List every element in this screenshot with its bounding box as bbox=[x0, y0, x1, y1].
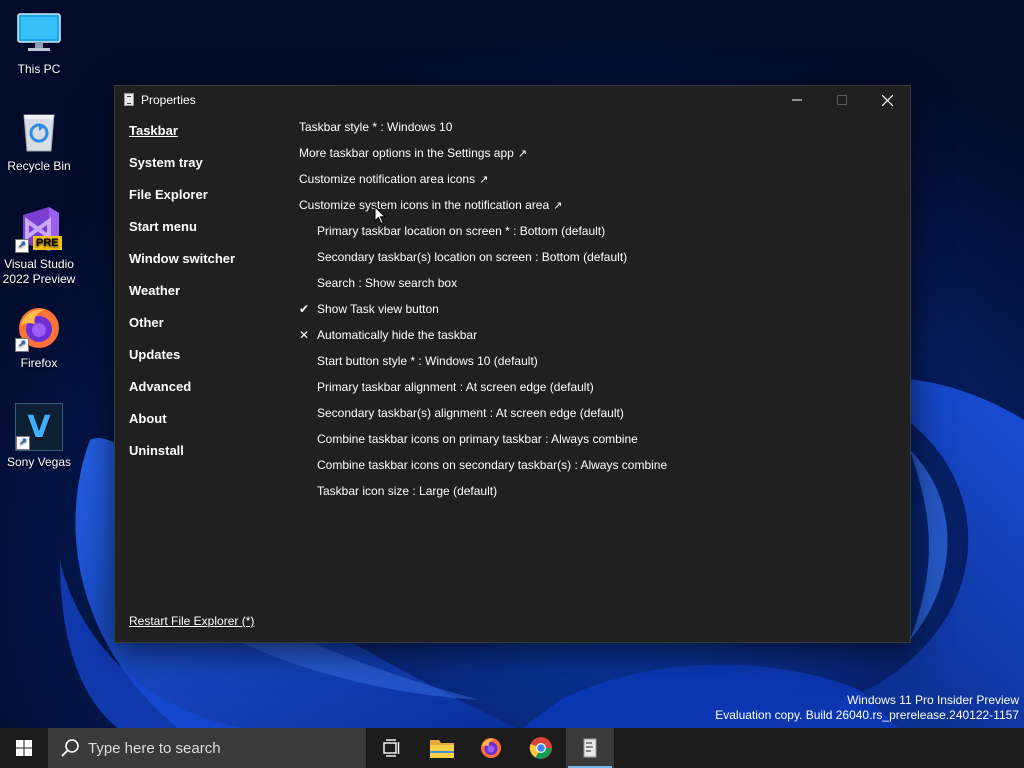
desktop-icon-recycle-bin[interactable]: Recycle Bin bbox=[1, 107, 77, 174]
desktop-icon-visual-studio[interactable]: ↗ PRE Visual Studio 2022 Preview bbox=[1, 205, 77, 287]
watermark-line-1: Windows 11 Pro Insider Preview bbox=[847, 693, 1019, 707]
file-explorer-icon bbox=[430, 740, 454, 758]
setting-label: Taskbar icon size : Large (default) bbox=[317, 484, 498, 498]
close-button[interactable] bbox=[864, 86, 910, 114]
desktop-icon-label: Firefox bbox=[20, 356, 58, 370]
shortcut-arrow-icon: ↗ bbox=[15, 338, 29, 352]
preview-badge: PRE bbox=[33, 236, 62, 250]
taskbar-chrome[interactable] bbox=[517, 728, 565, 768]
task-view-button[interactable] bbox=[368, 728, 416, 768]
properties-app-icon bbox=[583, 738, 597, 758]
setting-taskbar-icon-size[interactable]: Taskbar icon size : Large (default) bbox=[299, 481, 497, 501]
setting-label: Customize system icons in the notificati… bbox=[299, 198, 550, 212]
computer-icon bbox=[15, 10, 63, 58]
setting-label: More taskbar options in the Settings app bbox=[299, 146, 514, 160]
taskbar-properties-app[interactable] bbox=[566, 728, 614, 768]
sidebar-item-about[interactable]: About bbox=[129, 411, 167, 426]
setting-auto-hide-taskbar[interactable]: ✕ Automatically hide the taskbar bbox=[299, 325, 477, 345]
setting-label: Primary taskbar alignment : At screen ed… bbox=[317, 380, 594, 394]
setting-label: Combine taskbar icons on secondary taskb… bbox=[317, 458, 668, 472]
search-icon bbox=[61, 739, 79, 757]
restart-file-explorer-link[interactable]: Restart File Explorer (*) bbox=[129, 614, 254, 628]
mouse-cursor-icon bbox=[374, 206, 386, 225]
setting-label: Automatically hide the taskbar bbox=[317, 328, 478, 342]
setting-label: Secondary taskbar(s) alignment : At scre… bbox=[317, 406, 624, 420]
sidebar-item-file-explorer[interactable]: File Explorer bbox=[129, 187, 208, 202]
external-link-icon: ↗ bbox=[479, 173, 489, 186]
taskbar-search-box[interactable]: Type here to search bbox=[48, 728, 366, 768]
sidebar-item-updates[interactable]: Updates bbox=[129, 347, 180, 362]
link-customize-notification-icons[interactable]: Customize notification area icons ↗ bbox=[299, 169, 488, 189]
chrome-icon bbox=[529, 737, 552, 759]
sidebar-item-weather[interactable]: Weather bbox=[129, 283, 180, 298]
setting-label: Combine taskbar icons on primary taskbar… bbox=[317, 432, 638, 446]
setting-show-task-view-button[interactable]: ✔ Show Task view button bbox=[299, 299, 439, 319]
desktop-icon-this-pc[interactable]: This PC bbox=[1, 10, 77, 77]
shortcut-arrow-icon: ↗ bbox=[16, 436, 30, 450]
desktop-icon-label: This PC bbox=[17, 62, 61, 76]
taskbar: Type here to search bbox=[0, 728, 1024, 768]
desktop-icon-sony-vegas[interactable]: V ↗ Sony Vegas bbox=[1, 403, 77, 470]
setting-start-button-style[interactable]: Start button style * : Windows 10 (defau… bbox=[299, 351, 538, 371]
sidebar-item-advanced[interactable]: Advanced bbox=[129, 379, 191, 394]
desktop-icon-label: Recycle Bin bbox=[7, 159, 71, 173]
taskbar-file-explorer[interactable] bbox=[418, 728, 466, 768]
setting-search[interactable]: Search : Show search box bbox=[299, 273, 457, 293]
minimize-button[interactable] bbox=[774, 86, 820, 114]
setting-label: Secondary taskbar(s) location on screen … bbox=[317, 250, 628, 264]
cross-icon: ✕ bbox=[299, 328, 310, 342]
window-titlebar[interactable]: Properties bbox=[115, 86, 910, 114]
setting-label: Show Task view button bbox=[317, 302, 439, 316]
setting-label: Taskbar style * : Windows 10 bbox=[299, 120, 453, 134]
close-icon bbox=[881, 94, 893, 106]
firefox-icon bbox=[481, 738, 501, 758]
maximize-button bbox=[819, 86, 865, 114]
minimize-icon bbox=[792, 99, 802, 101]
shortcut-arrow-icon: ↗ bbox=[15, 239, 29, 253]
visual-studio-icon: ↗ PRE bbox=[15, 205, 63, 253]
watermark-line-2: Evaluation copy. Build 26040.rs_prerelea… bbox=[715, 708, 1019, 722]
link-customize-system-icons[interactable]: Customize system icons in the notificati… bbox=[299, 195, 562, 215]
external-link-icon: ↗ bbox=[517, 147, 528, 160]
desktop-icon-firefox[interactable]: ↗ Firefox bbox=[1, 304, 77, 371]
setting-label: Search : Show search box bbox=[317, 276, 458, 290]
setting-combine-icons-secondary[interactable]: Combine taskbar icons on secondary taskb… bbox=[299, 455, 667, 475]
external-link-icon: ↗ bbox=[553, 199, 563, 212]
recycle-bin-icon bbox=[15, 107, 63, 155]
setting-combine-icons-primary[interactable]: Combine taskbar icons on primary taskbar… bbox=[299, 429, 638, 449]
sidebar-item-other[interactable]: Other bbox=[129, 315, 164, 330]
setting-secondary-taskbar-alignment[interactable]: Secondary taskbar(s) alignment : At scre… bbox=[299, 403, 624, 423]
sidebar-item-uninstall[interactable]: Uninstall bbox=[129, 443, 184, 458]
setting-taskbar-style[interactable]: Taskbar style * : Windows 10 bbox=[299, 117, 452, 137]
sony-vegas-icon: V ↗ bbox=[15, 403, 63, 451]
window-title: Properties bbox=[141, 93, 196, 107]
properties-app-icon bbox=[124, 93, 134, 106]
task-view-icon bbox=[383, 739, 400, 757]
taskbar-firefox[interactable] bbox=[467, 728, 515, 768]
search-placeholder: Type here to search bbox=[88, 739, 221, 757]
evaluation-watermark: Windows 11 Pro Insider Preview Evaluatio… bbox=[715, 693, 1019, 723]
desktop-icon-label: Sony Vegas bbox=[6, 455, 72, 469]
start-button[interactable] bbox=[0, 728, 48, 768]
firefox-icon: ↗ bbox=[15, 304, 63, 352]
desktop-icon-label: Visual Studio 2022 Preview bbox=[2, 257, 76, 286]
link-more-taskbar-options[interactable]: More taskbar options in the Settings app… bbox=[299, 143, 527, 163]
checkmark-icon: ✔ bbox=[299, 302, 310, 316]
setting-primary-taskbar-location[interactable]: Primary taskbar location on screen * : B… bbox=[299, 221, 605, 241]
setting-label: Customize notification area icons bbox=[299, 172, 476, 186]
sidebar-item-system-tray[interactable]: System tray bbox=[129, 155, 203, 170]
sidebar-item-window-switcher[interactable]: Window switcher bbox=[129, 251, 235, 266]
setting-secondary-taskbar-location[interactable]: Secondary taskbar(s) location on screen … bbox=[299, 247, 627, 267]
sidebar-item-start-menu[interactable]: Start menu bbox=[129, 219, 197, 234]
setting-label: Primary taskbar location on screen * : B… bbox=[317, 224, 606, 238]
windows-logo-icon bbox=[16, 740, 32, 756]
maximize-icon bbox=[837, 95, 847, 105]
properties-window: Properties Taskbar System tray File Expl… bbox=[114, 85, 911, 643]
setting-primary-taskbar-alignment[interactable]: Primary taskbar alignment : At screen ed… bbox=[299, 377, 594, 397]
sidebar-item-taskbar[interactable]: Taskbar bbox=[129, 123, 178, 138]
setting-label: Start button style * : Windows 10 (defau… bbox=[317, 354, 538, 368]
vegas-glyph: V bbox=[27, 409, 51, 445]
